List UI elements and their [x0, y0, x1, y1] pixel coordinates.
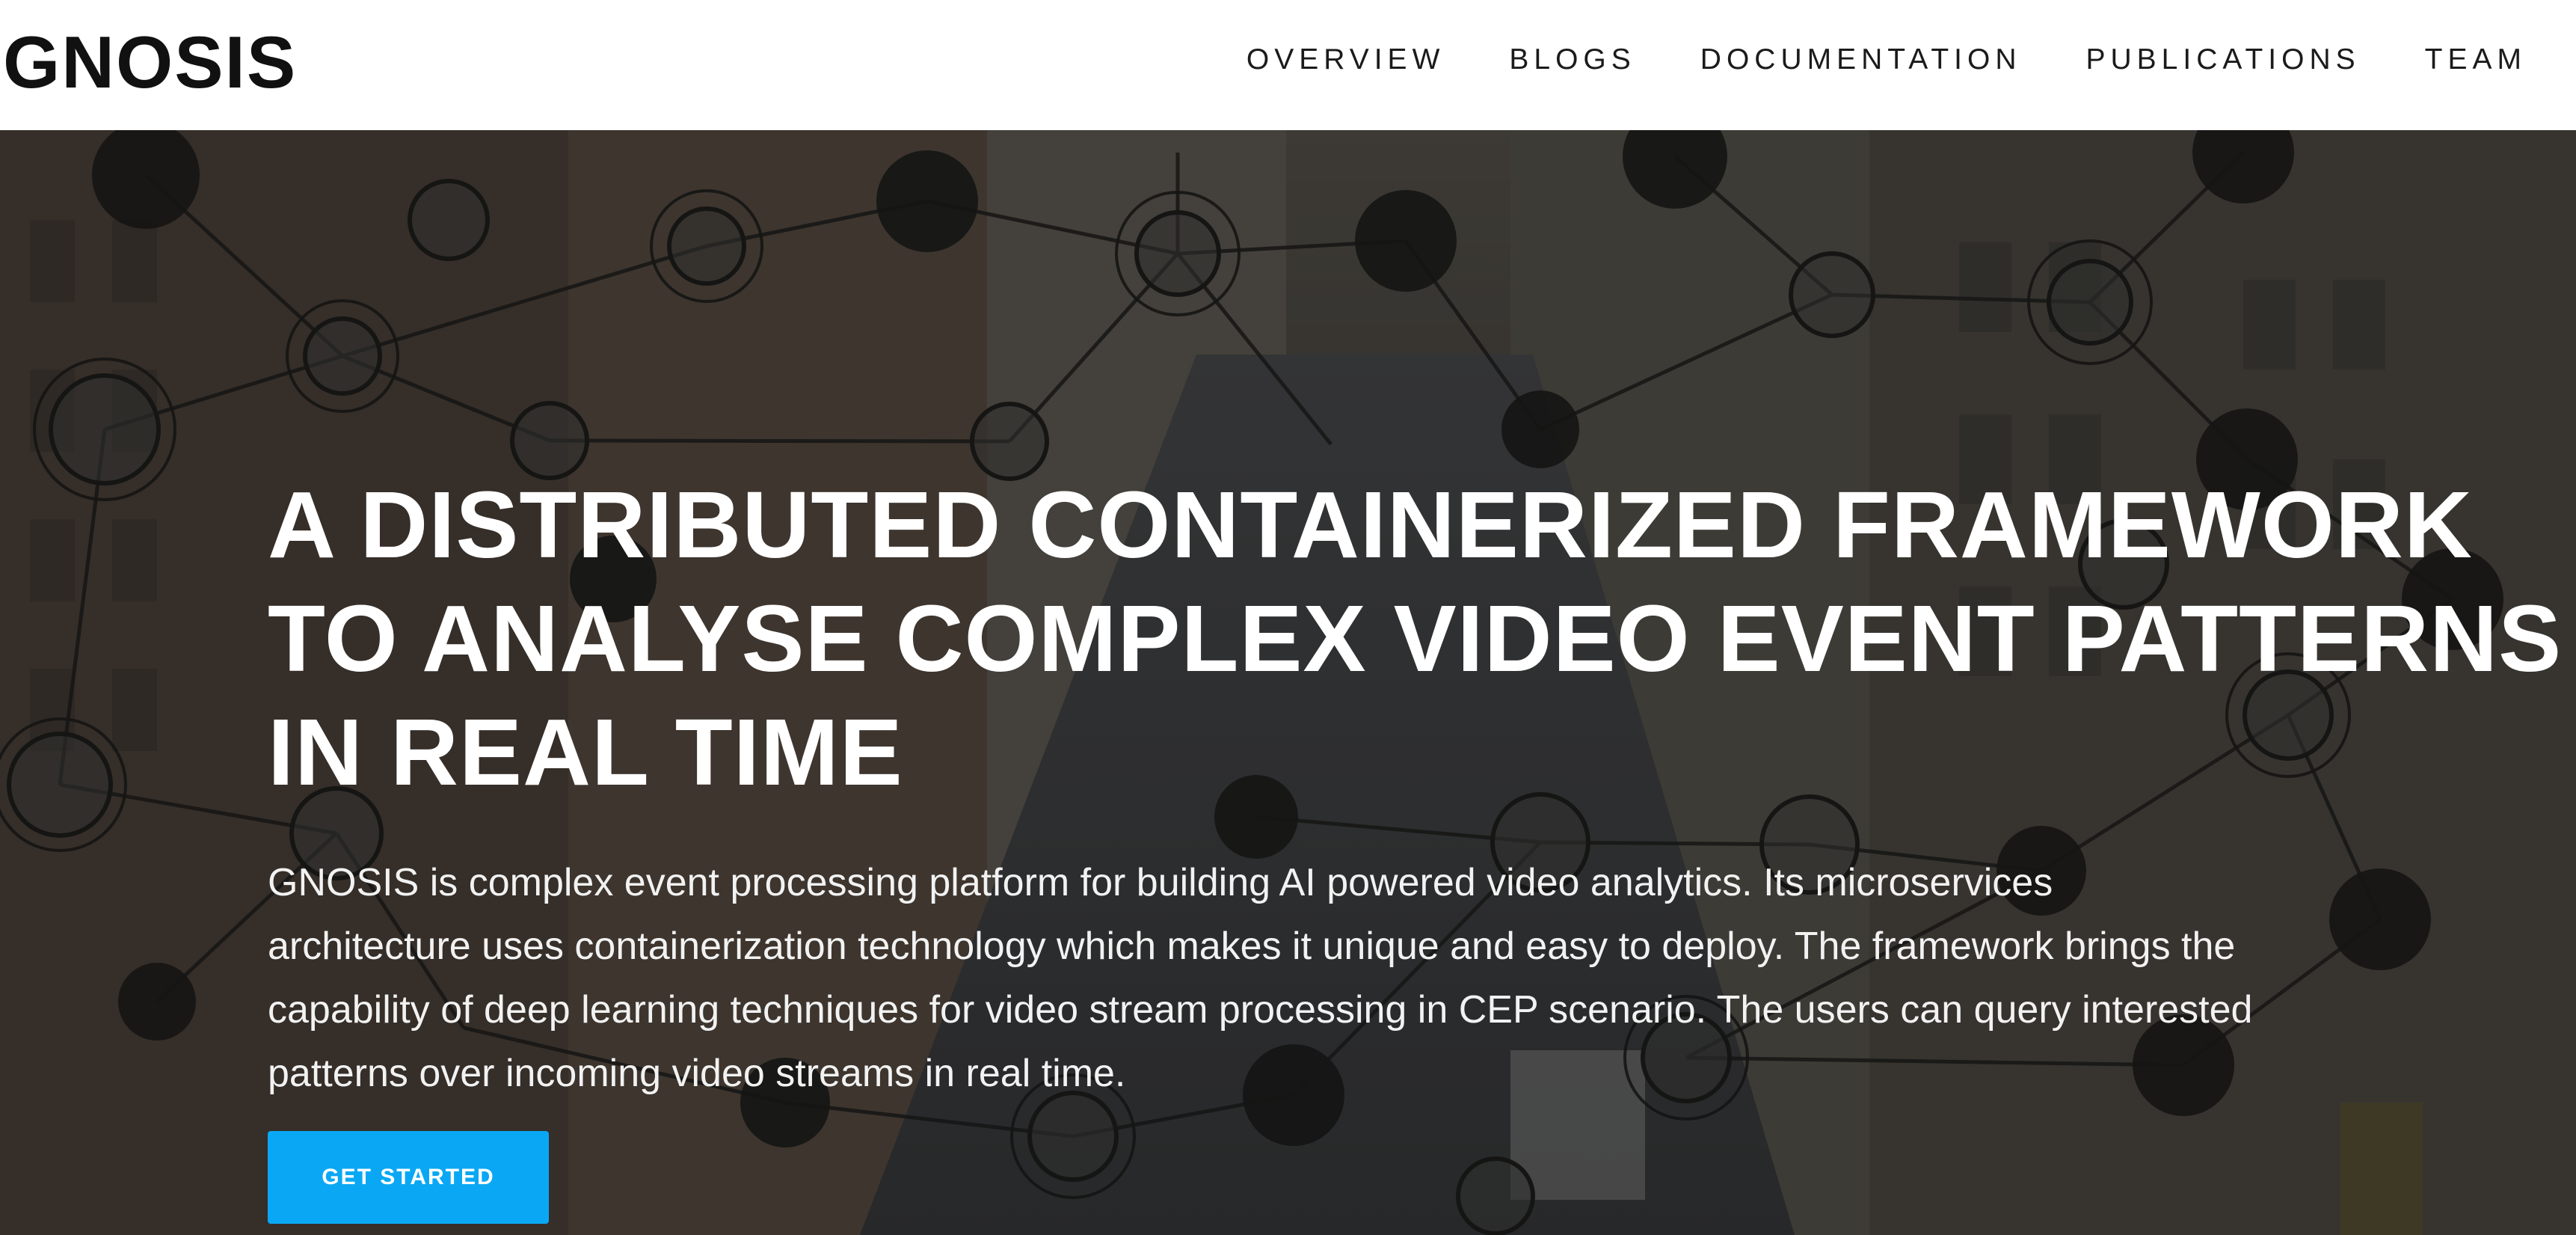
- nav-item-overview: OVERVIEW: [1246, 39, 1445, 81]
- top-navigation-bar: GNOSIS OVERVIEW BLOGS DOCUMENTATION PUBL…: [0, 0, 2576, 130]
- hero-content: A DISTRIBUTED CONTAINERIZED FRAMEWORK TO…: [268, 468, 2563, 1224]
- main-nav: OVERVIEW BLOGS DOCUMENTATION PUBLICATION…: [1246, 39, 2527, 81]
- nav-item-team: TEAM: [2425, 39, 2527, 81]
- nav-link-documentation[interactable]: DOCUMENTATION: [1700, 39, 2022, 81]
- nav-link-blogs[interactable]: BLOGS: [1509, 39, 1635, 81]
- hero-section: A DISTRIBUTED CONTAINERIZED FRAMEWORK TO…: [0, 130, 2576, 1235]
- nav-link-overview[interactable]: OVERVIEW: [1246, 39, 1445, 81]
- nav-item-blogs: BLOGS: [1509, 39, 1635, 81]
- hero-headline-line-1: A DISTRIBUTED CONTAINERIZED FRAMEWORK: [268, 472, 2473, 577]
- nav-link-team[interactable]: TEAM: [2425, 39, 2527, 81]
- hero-description: GNOSIS is complex event processing platf…: [268, 861, 2253, 1095]
- hero-headline-line-2: TO ANALYSE COMPLEX VIDEO EVENT PATTERNS: [268, 586, 2563, 691]
- hero-headline: A DISTRIBUTED CONTAINERIZED FRAMEWORK TO…: [268, 468, 2563, 809]
- nav-link-publications[interactable]: PUBLICATIONS: [2085, 39, 2360, 81]
- get-started-button[interactable]: GET STARTED: [268, 1131, 549, 1224]
- nav-item-publications: PUBLICATIONS: [2085, 39, 2360, 81]
- site-logo[interactable]: GNOSIS: [3, 21, 297, 103]
- hero-headline-line-3: IN REAL TIME: [268, 699, 903, 805]
- nav-item-documentation: DOCUMENTATION: [1700, 39, 2022, 81]
